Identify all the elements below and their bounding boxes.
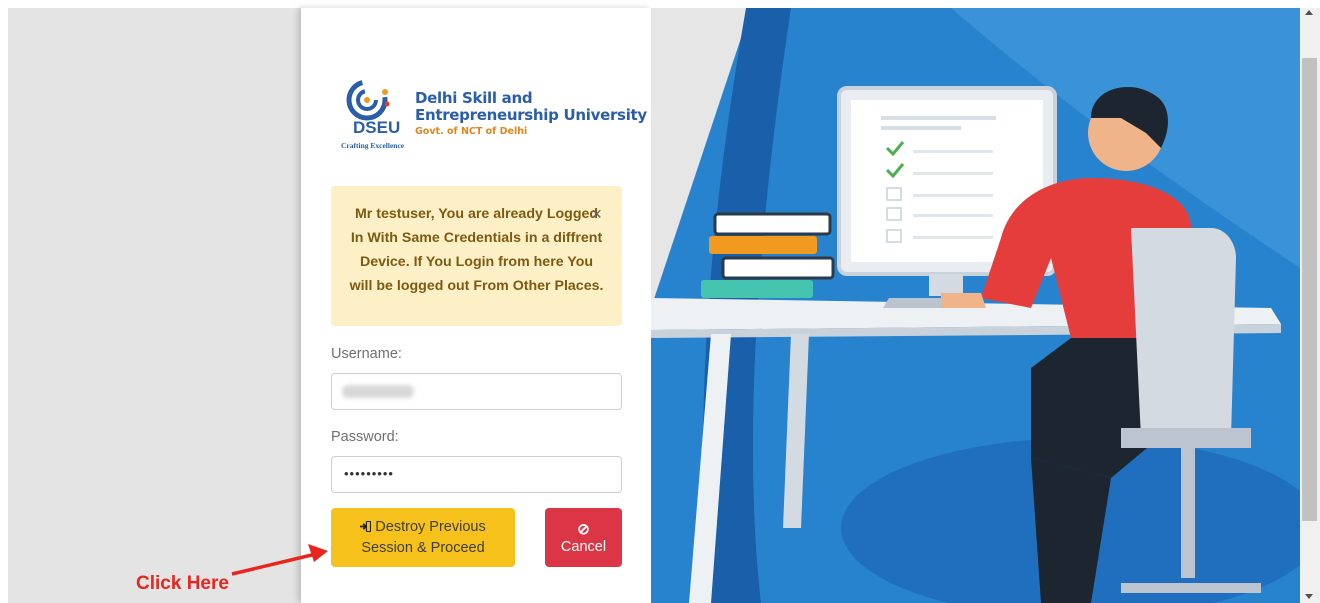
- ban-icon: ⊘: [577, 520, 590, 538]
- government-text: Govt. of NCT of Delhi: [415, 126, 528, 137]
- alert-message: Mr testuser, You are already Logged In W…: [349, 206, 604, 294]
- cancel-label: Cancel: [560, 538, 607, 555]
- login-panel: Delhi Skill and Entrepreneurship Univers…: [301, 8, 651, 603]
- destroy-session-button[interactable]: Destroy Previous Session & Proceed: [331, 508, 515, 567]
- username-label: Username:: [331, 346, 402, 362]
- destroy-label-line1: Destroy Previous: [375, 518, 486, 535]
- scroll-thumb[interactable]: [1302, 58, 1317, 521]
- top-strip: [0, 0, 1320, 8]
- password-field[interactable]: •••••••••: [331, 456, 622, 493]
- vertical-scrollbar[interactable]: [1300, 8, 1320, 603]
- red-arrow-icon: [231, 544, 328, 576]
- already-logged-in-alert: Mr testuser, You are already Logged In W…: [331, 186, 622, 326]
- cancel-button[interactable]: ⊘ Cancel: [545, 508, 622, 567]
- tagline: Crafting Excellence: [341, 141, 405, 150]
- password-label: Password:: [331, 429, 399, 445]
- password-value: •••••••••: [344, 466, 394, 481]
- destroy-label-line2: Session & Proceed: [361, 539, 485, 556]
- university-name-line2: Entrepreneurship University: [415, 106, 647, 124]
- username-field[interactable]: [331, 373, 622, 410]
- dseu-abbreviation: DSEU: [353, 118, 401, 137]
- scroll-down-icon[interactable]: [1305, 594, 1313, 599]
- close-icon[interactable]: ×: [591, 204, 602, 225]
- left-background: [8, 8, 301, 603]
- click-here-annotation: Click Here: [136, 573, 229, 594]
- login-illustration: [651, 8, 1300, 603]
- scroll-up-icon[interactable]: [1305, 10, 1313, 15]
- university-name-line1: Delhi Skill and: [415, 89, 533, 107]
- university-logo: Delhi Skill and Entrepreneurship Univers…: [341, 78, 647, 158]
- sign-in-icon: [360, 520, 372, 532]
- blurred-username-value: [342, 385, 414, 398]
